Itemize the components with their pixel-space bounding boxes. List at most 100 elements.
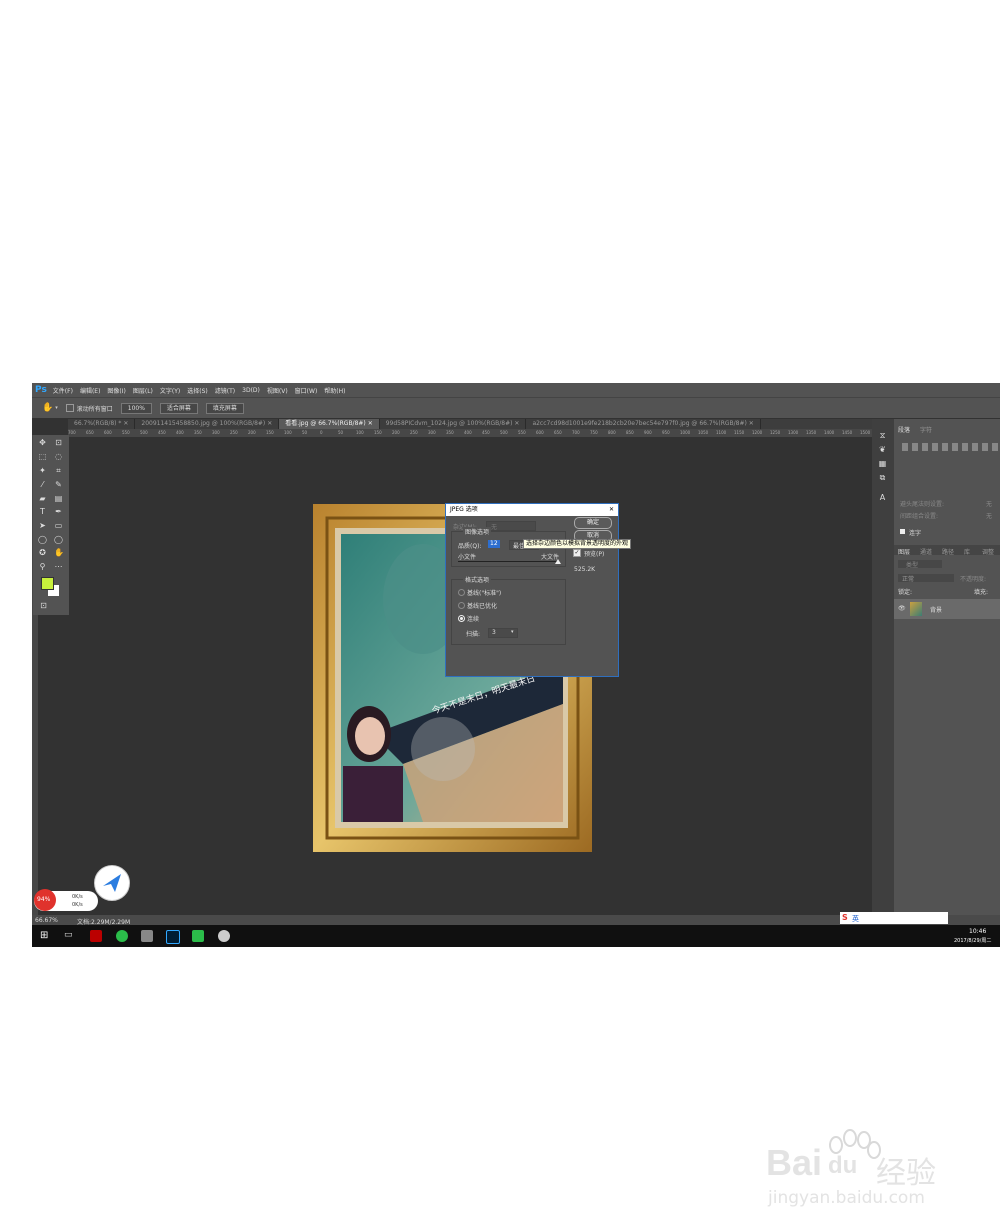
magic-wand-icon[interactable]: ✦ — [38, 466, 47, 475]
eyedropper-icon[interactable]: ⁄ — [38, 480, 47, 489]
ruler-tick: 550 — [518, 430, 526, 435]
windows-start-icon[interactable]: ⊞ — [40, 930, 48, 941]
baseline-optimized-radio[interactable] — [458, 602, 465, 609]
tab-doc-2[interactable]: 200911415458850.jpg @ 100%(RGB/8#) ✕ — [135, 419, 280, 429]
hyphenate-checkbox[interactable] — [900, 529, 905, 534]
menu-file[interactable]: 文件(F) — [53, 386, 73, 395]
tab-channels[interactable]: 通道 — [920, 547, 932, 556]
menu-3d[interactable]: 3D(D) — [242, 387, 260, 394]
matte-select[interactable]: 无 — [486, 521, 536, 531]
tab-layers[interactable]: 图层 — [898, 547, 910, 556]
tab-doc-1[interactable]: 66.7%(RGB/8) * ✕ — [68, 419, 136, 429]
character-icon[interactable]: A — [878, 493, 887, 502]
ime-toolbar[interactable]: S 英 — [840, 912, 948, 924]
type-tool-icon[interactable]: T — [38, 507, 47, 516]
brush-tool-icon[interactable]: ✎ — [54, 480, 63, 489]
shape-tool-icon[interactable]: ◯ — [54, 535, 63, 544]
watermark-brand: Bai — [766, 1142, 823, 1183]
ok-button[interactable]: 确定 — [574, 517, 612, 529]
preview-checkbox[interactable]: ✓ — [573, 549, 581, 557]
quality-slider-thumb[interactable] — [555, 559, 561, 564]
quick-mask-icon[interactable]: ⊡ — [39, 601, 48, 610]
blend-mode-select[interactable]: 正常 — [898, 574, 954, 583]
opacity-label: 不透明度: — [960, 576, 987, 583]
marquee-tool-icon[interactable]: ⬚ — [38, 452, 47, 461]
menu-filter[interactable]: 滤镜(T) — [215, 386, 235, 395]
dropdown-icon[interactable]: ▾ — [55, 405, 58, 411]
eraser-tool-icon[interactable]: ▰ — [38, 494, 47, 503]
photoshop-taskbar-icon[interactable] — [166, 930, 180, 944]
tab-character[interactable]: 字符 — [920, 425, 932, 434]
tab-library[interactable]: 库 — [964, 547, 970, 556]
ruler-tick: 850 — [626, 430, 634, 435]
ruler-tick: 550 — [122, 430, 130, 435]
close-icon[interactable]: ✕ — [609, 504, 614, 516]
menu-layer[interactable]: 图层(L) — [133, 386, 153, 395]
custom-shape-icon[interactable]: ✪ — [38, 548, 47, 557]
gradient-tool-icon[interactable]: ▤ — [54, 494, 63, 503]
ellipse-tool-icon[interactable]: ◯ — [38, 535, 47, 544]
hand-tool-icon[interactable]: ✋ — [42, 403, 53, 413]
menu-bar: Ps 文件(F) 编辑(E) 图像(I) 图层(L) 文字(Y) 选择(S) 滤… — [32, 383, 1000, 397]
fill-screen-button[interactable]: 填充屏幕 — [205, 402, 244, 414]
small-file-label: 小文件 — [458, 554, 477, 561]
bird-assistant-icon[interactable] — [94, 865, 130, 901]
wechat-icon[interactable] — [192, 930, 204, 942]
tab-doc-5[interactable]: a2cc7cd98d1001e9fe218b2cb20e7bec54e797f0… — [526, 419, 761, 429]
browser-icon[interactable] — [141, 930, 153, 942]
history-icon[interactable]: ⧖ — [878, 431, 887, 440]
fit-screen-button[interactable]: 适合屏幕 — [159, 402, 198, 414]
eye-icon[interactable]: 👁 — [898, 605, 906, 612]
align-buttons[interactable] — [902, 443, 998, 451]
quality-slider-track[interactable] — [458, 561, 558, 562]
ruler-tick: 600 — [536, 430, 544, 435]
scans-select[interactable]: 3 ▾ — [488, 628, 518, 638]
tab-adjust[interactable]: 调整 — [982, 547, 994, 556]
rectangle-tool-icon[interactable]: ▭ — [54, 521, 63, 530]
foreground-color-swatch[interactable] — [41, 577, 54, 590]
progressive-radio[interactable] — [458, 615, 465, 622]
kind-filter[interactable]: 类型 — [898, 560, 942, 569]
ruler-tick: 700 — [572, 430, 580, 435]
green-app-icon[interactable] — [116, 930, 128, 942]
move-tool-icon[interactable]: ✥ — [38, 438, 47, 447]
more-tools-icon[interactable]: ⋯ — [54, 562, 63, 571]
hyphenate-label: 连字 — [909, 530, 922, 537]
paint-icon[interactable] — [218, 930, 230, 942]
menu-view[interactable]: 视图(V) — [267, 386, 288, 395]
artboard-tool-icon[interactable]: ⊡ — [54, 438, 63, 447]
zoom-tool-icon[interactable]: ⚲ — [38, 562, 47, 571]
tab-paragraph[interactable]: 段落 — [898, 425, 910, 434]
baseline-standard-radio[interactable] — [458, 589, 465, 596]
pen-tool-icon[interactable]: ✒ — [54, 507, 63, 516]
brush-settings-icon[interactable]: ❦ — [878, 445, 887, 454]
hand-tool-panel-icon[interactable]: ✋ — [54, 548, 64, 557]
path-select-icon[interactable]: ➤ — [38, 521, 47, 530]
tab-paths[interactable]: 路径 — [942, 547, 954, 556]
ruler-tick: 1400 — [824, 430, 835, 435]
menu-edit[interactable]: 编辑(E) — [80, 386, 100, 395]
grid-icon[interactable]: ▦ — [878, 459, 887, 468]
filezilla-icon[interactable] — [90, 930, 102, 942]
tab-doc-3[interactable]: 看看.jpg @ 66.7%(RGB/8#) ✕ — [279, 419, 380, 429]
net-speed-widget[interactable]: 94% 0K/s 0K/s — [34, 889, 98, 911]
crop-tool-icon[interactable]: ⌗ — [54, 466, 63, 475]
ruler-tick: 350 — [446, 430, 454, 435]
ruler-tick: 1200 — [752, 430, 763, 435]
lasso-tool-icon[interactable]: ◌ — [54, 452, 63, 461]
menu-select[interactable]: 选择(S) — [187, 386, 208, 395]
menu-type[interactable]: 文字(Y) — [160, 386, 180, 395]
matte-tooltip: 选择杂边颜色以模拟背景透明度的外观 — [523, 539, 632, 549]
task-view-icon[interactable]: ▭ — [64, 930, 73, 940]
zoom-100-button[interactable]: 100% — [120, 402, 152, 414]
layer-row-background[interactable]: 👁 背景 — [894, 599, 1000, 619]
adjust-icon[interactable]: ⧉ — [878, 473, 887, 482]
ruler-tick: 0 — [320, 430, 323, 435]
menu-image[interactable]: 图像(I) — [107, 386, 125, 395]
photoshop-window: Ps 文件(F) 编辑(E) 图像(I) 图层(L) 文字(Y) 选择(S) 滤… — [32, 383, 1000, 947]
menu-window[interactable]: 窗口(W) — [295, 386, 318, 395]
tab-doc-4[interactable]: 99d58PICdvm_1024.jpg @ 100%(RGB/8#) ✕ — [380, 419, 527, 429]
quality-input[interactable]: 12 — [488, 540, 500, 548]
scroll-all-checkbox[interactable] — [65, 404, 74, 412]
menu-help[interactable]: 帮助(H) — [324, 386, 345, 395]
